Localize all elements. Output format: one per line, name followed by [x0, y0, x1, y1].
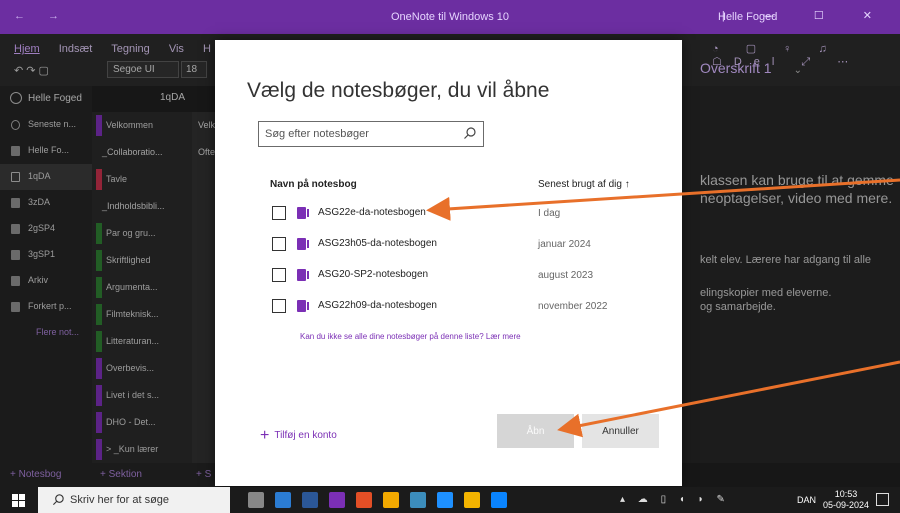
notebook-name: ASG23h05-da-notesbogen	[318, 238, 437, 249]
notebook-last-used: januar 2024	[538, 239, 591, 250]
taskbar-app-icon[interactable]	[275, 492, 291, 508]
clock-date: 05-09-2024	[823, 500, 870, 510]
windows-start-icon[interactable]	[12, 494, 25, 507]
notebook-checkbox[interactable]	[272, 299, 286, 313]
notebook-icon	[297, 300, 309, 312]
clock[interactable]: 10:53 05-09-2024	[823, 489, 869, 511]
clock-time: 10:53	[834, 489, 858, 499]
search-icon[interactable]	[463, 126, 477, 140]
taskbar-search-placeholder: Skriv her for at søge	[70, 494, 170, 506]
notebook-name: ASG22e-da-notesbogen	[318, 207, 426, 218]
taskbar-app-icon[interactable]	[302, 492, 318, 508]
taskbar-app-icons	[248, 492, 518, 508]
notification-icon[interactable]	[876, 493, 889, 506]
window-controls[interactable]: | — ☐ ✕	[722, 9, 890, 22]
taskbar-search[interactable]: Skriv her for at søge	[38, 487, 230, 513]
windows-taskbar: Skriv her for at søge ▴ ☁ ▯ ◖ ◗ ✎ DAN 10…	[0, 487, 900, 513]
open-button[interactable]: Åbn	[497, 414, 574, 448]
plus-icon: +	[260, 427, 270, 444]
dialog-title: Vælg de notesbøger, du vil åbne	[247, 79, 550, 102]
column-header-date[interactable]: Senest brugt af dig ↑	[538, 179, 630, 190]
taskbar-app-icon[interactable]	[329, 492, 345, 508]
notebook-checkbox[interactable]	[272, 237, 286, 251]
notebook-icon	[297, 207, 309, 219]
notebook-last-used: august 2023	[538, 270, 594, 281]
taskbar-app-icon[interactable]	[437, 492, 453, 508]
system-tray-icons[interactable]: ▴ ☁ ▯ ◖ ◗ ✎	[620, 494, 730, 505]
title-bar: ← → OneNote til Windows 10 Helle Foged |…	[0, 0, 900, 34]
learn-more-link[interactable]: Kan du ikke se alle dine notesbøger på d…	[300, 332, 521, 341]
add-account-link[interactable]: + Tilføj en konto	[260, 427, 337, 445]
notebook-checkbox[interactable]	[272, 268, 286, 282]
notebook-icon	[297, 269, 309, 281]
notebook-search-box[interactable]	[258, 121, 484, 147]
taskbar-app-icon[interactable]	[383, 492, 399, 508]
taskbar-app-icon[interactable]	[356, 492, 372, 508]
notebook-last-used: november 2022	[538, 301, 608, 312]
notebook-last-used: I dag	[538, 208, 561, 219]
notebook-name: ASG22h09-da-notesbogen	[318, 300, 437, 311]
notebook-row[interactable]: ASG23h05-da-notesbogen januar 2024	[270, 235, 670, 255]
notebook-row[interactable]: ASG22e-da-notesbogen I dag	[270, 204, 670, 224]
notebook-icon	[297, 238, 309, 250]
notebook-checkbox[interactable]	[272, 206, 286, 220]
taskbar-app-icon[interactable]	[464, 492, 480, 508]
notebook-row[interactable]: ASG22h09-da-notesbogen november 2022	[270, 297, 670, 317]
taskbar-app-icon[interactable]	[410, 492, 426, 508]
open-notebooks-dialog: Vælg de notesbøger, du vil åbne Navn på …	[215, 40, 682, 486]
notebook-name: ASG20-SP2-notesbogen	[318, 269, 429, 280]
cancel-button[interactable]: Annuller	[582, 414, 659, 448]
search-input[interactable]	[265, 126, 455, 142]
language-indicator[interactable]: DAN	[797, 495, 816, 505]
add-account-label: Tilføj en konto	[274, 430, 337, 441]
notebook-row[interactable]: ASG20-SP2-notesbogen august 2023	[270, 266, 670, 286]
taskbar-app-icon[interactable]	[248, 492, 264, 508]
taskbar-app-icon[interactable]	[491, 492, 507, 508]
column-header-name[interactable]: Navn på notesbog	[270, 179, 357, 190]
search-icon	[52, 494, 64, 506]
